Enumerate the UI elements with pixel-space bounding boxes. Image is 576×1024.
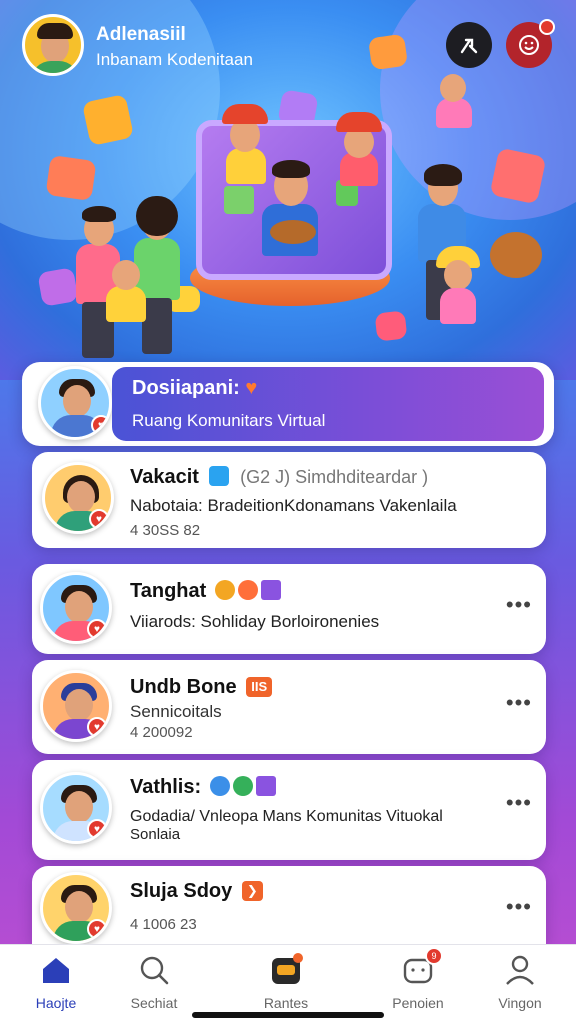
search-icon bbox=[137, 953, 171, 987]
post-text: Nabotaia: BradeitionKdonamans Vakenlaila bbox=[130, 496, 457, 515]
post-avatar: ♥ bbox=[42, 462, 114, 534]
avatar-badge: ♥ bbox=[87, 717, 107, 737]
featured-avatar: ♥ bbox=[38, 366, 112, 440]
floating-basket bbox=[490, 232, 542, 278]
home-indicator bbox=[192, 1012, 384, 1018]
floating-tile bbox=[489, 147, 547, 205]
star-icon bbox=[214, 580, 235, 600]
floating-tile bbox=[37, 267, 79, 307]
heart-icon bbox=[209, 776, 230, 796]
check-icon bbox=[232, 776, 253, 796]
post-name: Vathlis: bbox=[130, 776, 202, 798]
header-title: Adlenasiil bbox=[96, 24, 186, 45]
avatar-badge: ♥ bbox=[87, 919, 107, 939]
more-options-button[interactable]: ••• bbox=[506, 894, 532, 920]
avatar-badge: ♥ bbox=[87, 619, 107, 639]
post-meta: 4 30SS 82 bbox=[130, 522, 201, 539]
more-options-button[interactable]: ••• bbox=[506, 592, 532, 618]
notifications-button[interactable] bbox=[506, 19, 555, 68]
more-options-button[interactable]: ••• bbox=[506, 790, 532, 816]
featured-band: Dosiiapani: ♥ Ruang Komunitars Virtual bbox=[112, 367, 544, 441]
profile-icon bbox=[503, 953, 537, 987]
header-subtitle: Inbanam Kodenitaan bbox=[96, 50, 253, 69]
tab-messages[interactable]: 9 Penoien bbox=[368, 947, 468, 1011]
chat-icon: 9 bbox=[401, 947, 443, 987]
post-card[interactable]: ♥ Tanghat Viiarods: Sohliday Borloironen… bbox=[32, 564, 546, 654]
post-tag: IIS bbox=[246, 677, 273, 697]
featured-subtitle: Ruang Komunitars Virtual bbox=[132, 411, 326, 430]
rooms-icon bbox=[269, 953, 303, 987]
post-name: Tanghat bbox=[130, 580, 207, 602]
more-options-button[interactable]: ••• bbox=[506, 690, 532, 716]
post-card[interactable]: ♥ Vathlis: Godadia/ Vnleopa Mans Komunit… bbox=[32, 760, 546, 860]
tab-rooms[interactable]: Rantes bbox=[236, 953, 336, 1011]
post-tag: ❯ bbox=[241, 881, 263, 901]
post-avatar: ♥ bbox=[40, 772, 112, 844]
post-avatar: ♥ bbox=[40, 572, 112, 644]
post-meta: 4 1006 23 bbox=[130, 916, 197, 933]
post-name: Vakacit bbox=[130, 466, 199, 488]
post-name: Sluja Sdoy bbox=[130, 880, 233, 902]
share-icon bbox=[460, 38, 478, 54]
triangle-icon bbox=[255, 776, 276, 796]
hero-illustration bbox=[0, 0, 576, 380]
tab-profile[interactable]: Vingon bbox=[470, 953, 570, 1011]
post-card[interactable]: ♥ Undb Bone IIS Sennicoitals 4 200092 ••… bbox=[32, 660, 546, 754]
twitter-icon bbox=[208, 466, 229, 486]
featured-avatar-badge: ♥ bbox=[91, 415, 109, 435]
post-extra: (G2 J) Simdhditeardar ) bbox=[240, 467, 429, 487]
notification-badge bbox=[539, 19, 555, 35]
header-avatar[interactable] bbox=[22, 14, 84, 76]
featured-community-card[interactable]: ♥ Dosiiapani: ♥ Ruang Komunitars Virtual bbox=[22, 362, 554, 446]
floating-tile bbox=[367, 33, 409, 71]
post-text: Sennicoitals bbox=[130, 702, 222, 721]
avatar-badge: ♥ bbox=[89, 509, 109, 529]
tab-label: Haojte bbox=[35, 995, 77, 1011]
post-name: Undb Bone bbox=[130, 676, 237, 698]
tab-label: Penoien bbox=[392, 995, 444, 1011]
home-icon bbox=[39, 953, 73, 987]
share-button[interactable] bbox=[446, 22, 492, 68]
post-avatar: ♥ bbox=[40, 872, 112, 944]
avatar-badge: ♥ bbox=[87, 819, 107, 839]
tab-home[interactable]: Haojte bbox=[6, 953, 106, 1011]
tab-search[interactable]: Sechiat bbox=[104, 953, 204, 1011]
message-badge: 9 bbox=[425, 947, 443, 965]
post-card[interactable]: ♥ Vakacit (G2 J) Simdhditeardar ) Nabota… bbox=[32, 452, 546, 548]
tab-label: Sechiat bbox=[130, 995, 178, 1011]
post-meta: 4 200092 bbox=[130, 724, 193, 741]
post-text: Viiarods: Sohliday Borloironenies bbox=[130, 612, 380, 631]
tab-label: Rantes bbox=[263, 995, 309, 1011]
tab-label: Vingon bbox=[498, 995, 542, 1011]
post-avatar: ♥ bbox=[40, 670, 112, 742]
smiley-icon bbox=[519, 35, 539, 55]
floating-tile bbox=[81, 93, 135, 147]
fire-icon bbox=[237, 580, 258, 600]
floating-tile bbox=[374, 310, 408, 342]
featured-title: Dosiiapani: bbox=[132, 377, 240, 399]
heart-icon: ♥ bbox=[245, 377, 258, 399]
triangle-icon bbox=[260, 580, 281, 600]
post-text-line2: Sonlaia bbox=[130, 826, 181, 843]
post-text: Godadia/ Vnleopa Mans Komunitas Vituokal bbox=[130, 808, 443, 825]
post-card[interactable]: ♥ Sluja Sdoy ❯ 4 1006 23 ••• bbox=[32, 866, 546, 944]
floating-tile bbox=[45, 154, 97, 202]
